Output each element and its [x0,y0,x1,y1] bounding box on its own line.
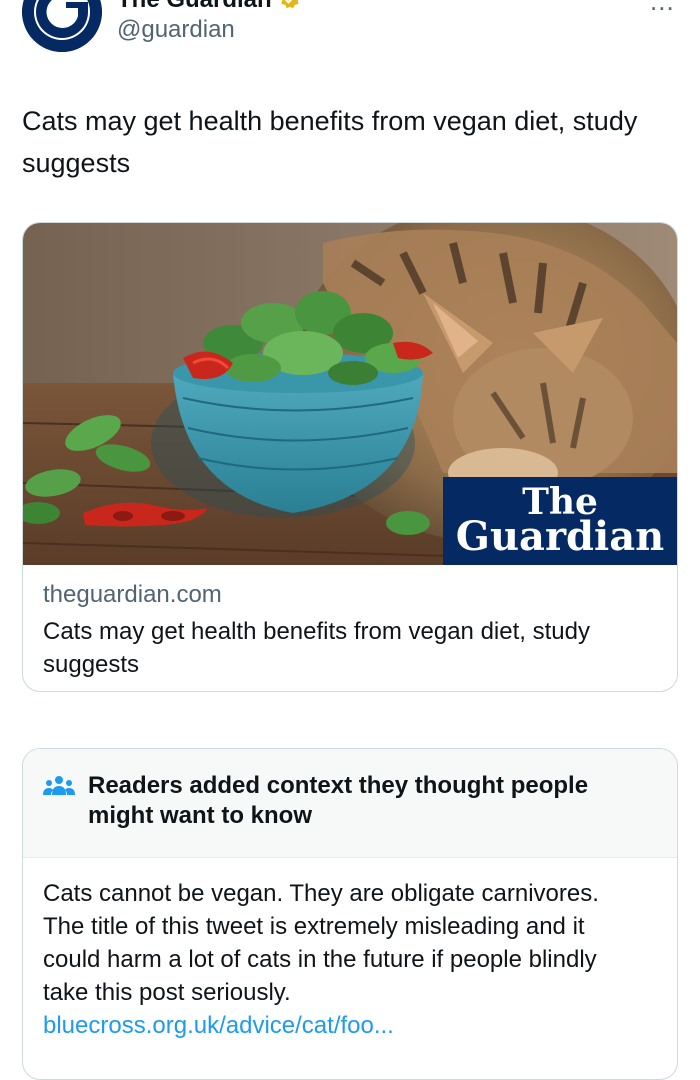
guardian-logo-icon [22,0,102,52]
author-display-name[interactable]: The Guardian [117,0,302,14]
community-note-body: Cats cannot be vegan. They are obligate … [43,877,643,1042]
guardian-avatar[interactable] [22,0,102,52]
more-options-icon[interactable]: ... [650,0,675,17]
card-image[interactable]: The Guardian [23,223,677,565]
community-note-header: Readers added context they thought peopl… [23,749,677,858]
card-domain[interactable]: theguardian.com [43,581,222,609]
community-note: Readers added context they thought peopl… [22,748,678,1080]
verified-badge-icon [278,0,302,11]
community-note-text: Cats cannot be vegan. They are obligate … [43,880,599,1006]
people-icon [43,775,75,799]
link-preview-card[interactable]: The Guardian theguardian.com Cats may ge… [22,222,678,692]
community-note-link[interactable]: bluecross.org.uk/advice/cat/foo... [43,1009,643,1042]
tweet-header: The Guardian @guardian ... [0,0,700,80]
tweet-text: Cats may get health benefits from vegan … [22,106,638,178]
author-handle[interactable]: @guardian [117,16,235,44]
community-note-heading: Readers added context they thought peopl… [88,772,589,829]
guardian-brand-logo: The Guardian [443,477,677,565]
card-title[interactable]: Cats may get health benefits from vegan … [43,615,643,681]
